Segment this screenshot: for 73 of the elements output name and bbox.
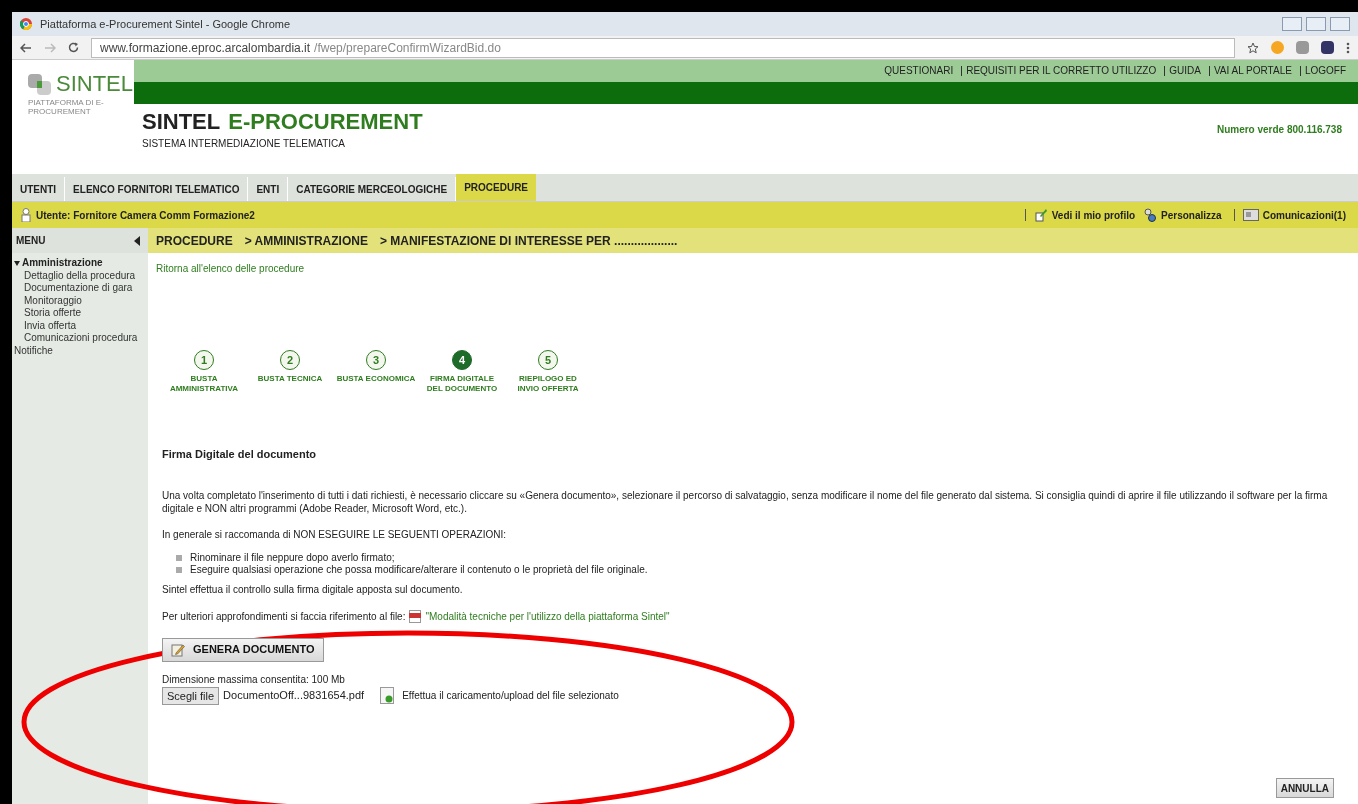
max-size-note: Dimensione massima consentita: 100 Mb	[162, 672, 346, 687]
file-name: DocumentoOff...9831654.pdf	[223, 688, 365, 704]
edit-document-icon	[171, 642, 185, 657]
menu-item[interactable]: Amministrazione	[22, 257, 103, 270]
step-label: BUSTA TECNICA	[257, 374, 323, 384]
step-number[interactable]: 4	[452, 350, 472, 370]
star-icon[interactable]	[1247, 41, 1259, 54]
intro-paragraph: Una volta completato l'inserimento di tutti i dati richiesti, è necessario cliccare su «Genera documento», selezionare il percorso di salvataggio, senza modificare il nome del file generato dal sistema. Si consiglia quindi di aprire il file utilizzando il software per la firma digitale e NON altri programmi (Adobe Reader, Microsoft Word, etc.).	[162, 488, 1329, 515]
header-link[interactable]: QUESTIONARI	[884, 66, 954, 76]
address-field[interactable]: www.formazione.eproc.arcalombardia.it /fwep/prepareConfirmWizardBid.do	[91, 37, 1235, 58]
user-icon	[20, 208, 32, 222]
collapse-icon[interactable]	[134, 235, 140, 246]
user-bar-link[interactable]: Comunicazioni(1)	[1262, 207, 1346, 223]
menu-item[interactable]: Notifiche	[14, 344, 53, 357]
header-link[interactable]: GUIDA	[1164, 66, 1201, 76]
menu-icon[interactable]	[1346, 41, 1350, 54]
bullet-text: Eseguire qualsiasi operazione che possa modificare/alterare il contenuto o le proprietà del file originale.	[190, 563, 648, 576]
app-subtitle: SISTEMA INTERMEDIAZIONE TELEMATICA	[142, 136, 346, 151]
profile-icon	[1033, 208, 1048, 222]
cancel-button[interactable]: ANNULLA	[1275, 778, 1334, 798]
breadcrumb-link[interactable]: > AMMINISTRAZIONE	[244, 231, 368, 250]
generate-document-button[interactable]: GENERA DOCUMENTO	[162, 637, 324, 662]
back-link[interactable]: Ritorna all'elenco delle procedure	[156, 261, 1334, 276]
extension-icon[interactable]	[1321, 41, 1334, 54]
breadcrumb-link[interactable]: PROCEDURE	[156, 231, 233, 250]
step-number[interactable]: 2	[280, 350, 300, 370]
pdf-file-icon	[409, 609, 422, 623]
step-number[interactable]: 1	[194, 350, 214, 370]
expand-caret-icon[interactable]	[14, 260, 20, 266]
nav-tab[interactable]: PROCEDURE	[456, 173, 537, 201]
menu-item[interactable]: Invia offerta	[12, 319, 148, 332]
reload-icon[interactable]	[68, 42, 79, 53]
gear-icon	[1143, 208, 1158, 222]
menu-item[interactable]: Monitoraggio	[12, 294, 148, 307]
upload-file-icon[interactable]	[380, 687, 395, 704]
menu-title: MENU	[16, 234, 46, 248]
phone-number: Numero verde 800.116.738	[1216, 124, 1342, 135]
menu-item[interactable]: Comunicazioni procedura	[12, 332, 148, 345]
menu-item[interactable]: Dettaglio della procedura	[12, 269, 148, 282]
menu-item[interactable]: Storia offerte	[12, 307, 148, 320]
step-number[interactable]: 3	[366, 350, 386, 370]
user-bar-link[interactable]: Vedi il mio profilo	[1051, 207, 1136, 223]
app-title: SINTEL	[142, 108, 221, 136]
logo-tagline: PIATTAFORMA DI E-PROCUREMENT	[28, 98, 105, 116]
section-heading: Firma Digitale del documento	[162, 447, 318, 462]
header-link[interactable]: VAI AL PORTALE	[1208, 66, 1292, 76]
browser-logo-icon	[20, 18, 32, 30]
header-link[interactable]: LOGOFF	[1299, 66, 1346, 76]
step-label: RIEPILOGO ED INVIO OFFERTA	[516, 374, 580, 394]
step-label: BUSTA ECONOMICA	[336, 374, 416, 384]
menu-item[interactable]: Documentazione di gara	[12, 282, 148, 295]
bullet-icon	[176, 566, 182, 573]
back-icon[interactable]	[20, 42, 32, 53]
header-link[interactable]: REQUISITI PER IL CORRETTO UTILIZZO	[961, 66, 1157, 76]
app-title: E-PROCUREMENT	[228, 108, 423, 136]
warning-text: In generale si raccomanda di NON ESEGUIRE LE SEGUENTI OPERAZIONI:	[162, 527, 507, 542]
step-number[interactable]: 5	[538, 350, 558, 370]
window-title: Piattaforma e-Procurement Sintel - Google Chrome	[40, 16, 291, 32]
user-name: Utente: Fornitore Camera Comm Formazione2	[36, 208, 255, 223]
upload-label: Effettua il caricamento/upload del file selezionato	[402, 689, 619, 703]
choose-file-button[interactable]: Scegli file	[162, 686, 220, 705]
logo-text: SINTEL	[56, 73, 134, 95]
step-label: FIRMA DIGITALE DEL DOCUMENTO	[425, 374, 499, 394]
bullet-text: Rinominare il file neppure dopo averlo firmato;	[190, 551, 395, 564]
step-label: BUSTA AMMINISTRATIVA	[168, 374, 240, 394]
reference-text: Per ulteriori approfondimenti si faccia riferimento al file:	[162, 609, 406, 624]
reference-link[interactable]: "Modalità tecniche per l'utilizzo della piattaforma Sintel"	[425, 608, 670, 624]
check-note: Sintel effettua il controllo sulla firma digitale apposta sul documento.	[162, 582, 464, 597]
message-icon	[1242, 209, 1259, 221]
speech-bubbles-logo-icon	[28, 72, 52, 96]
bullet-icon	[176, 554, 182, 561]
breadcrumb-current[interactable]: > MANIFESTAZIONE DI INTERESSE PER ...................	[379, 231, 678, 250]
user-bar-link[interactable]: Personalizza	[1161, 207, 1222, 223]
